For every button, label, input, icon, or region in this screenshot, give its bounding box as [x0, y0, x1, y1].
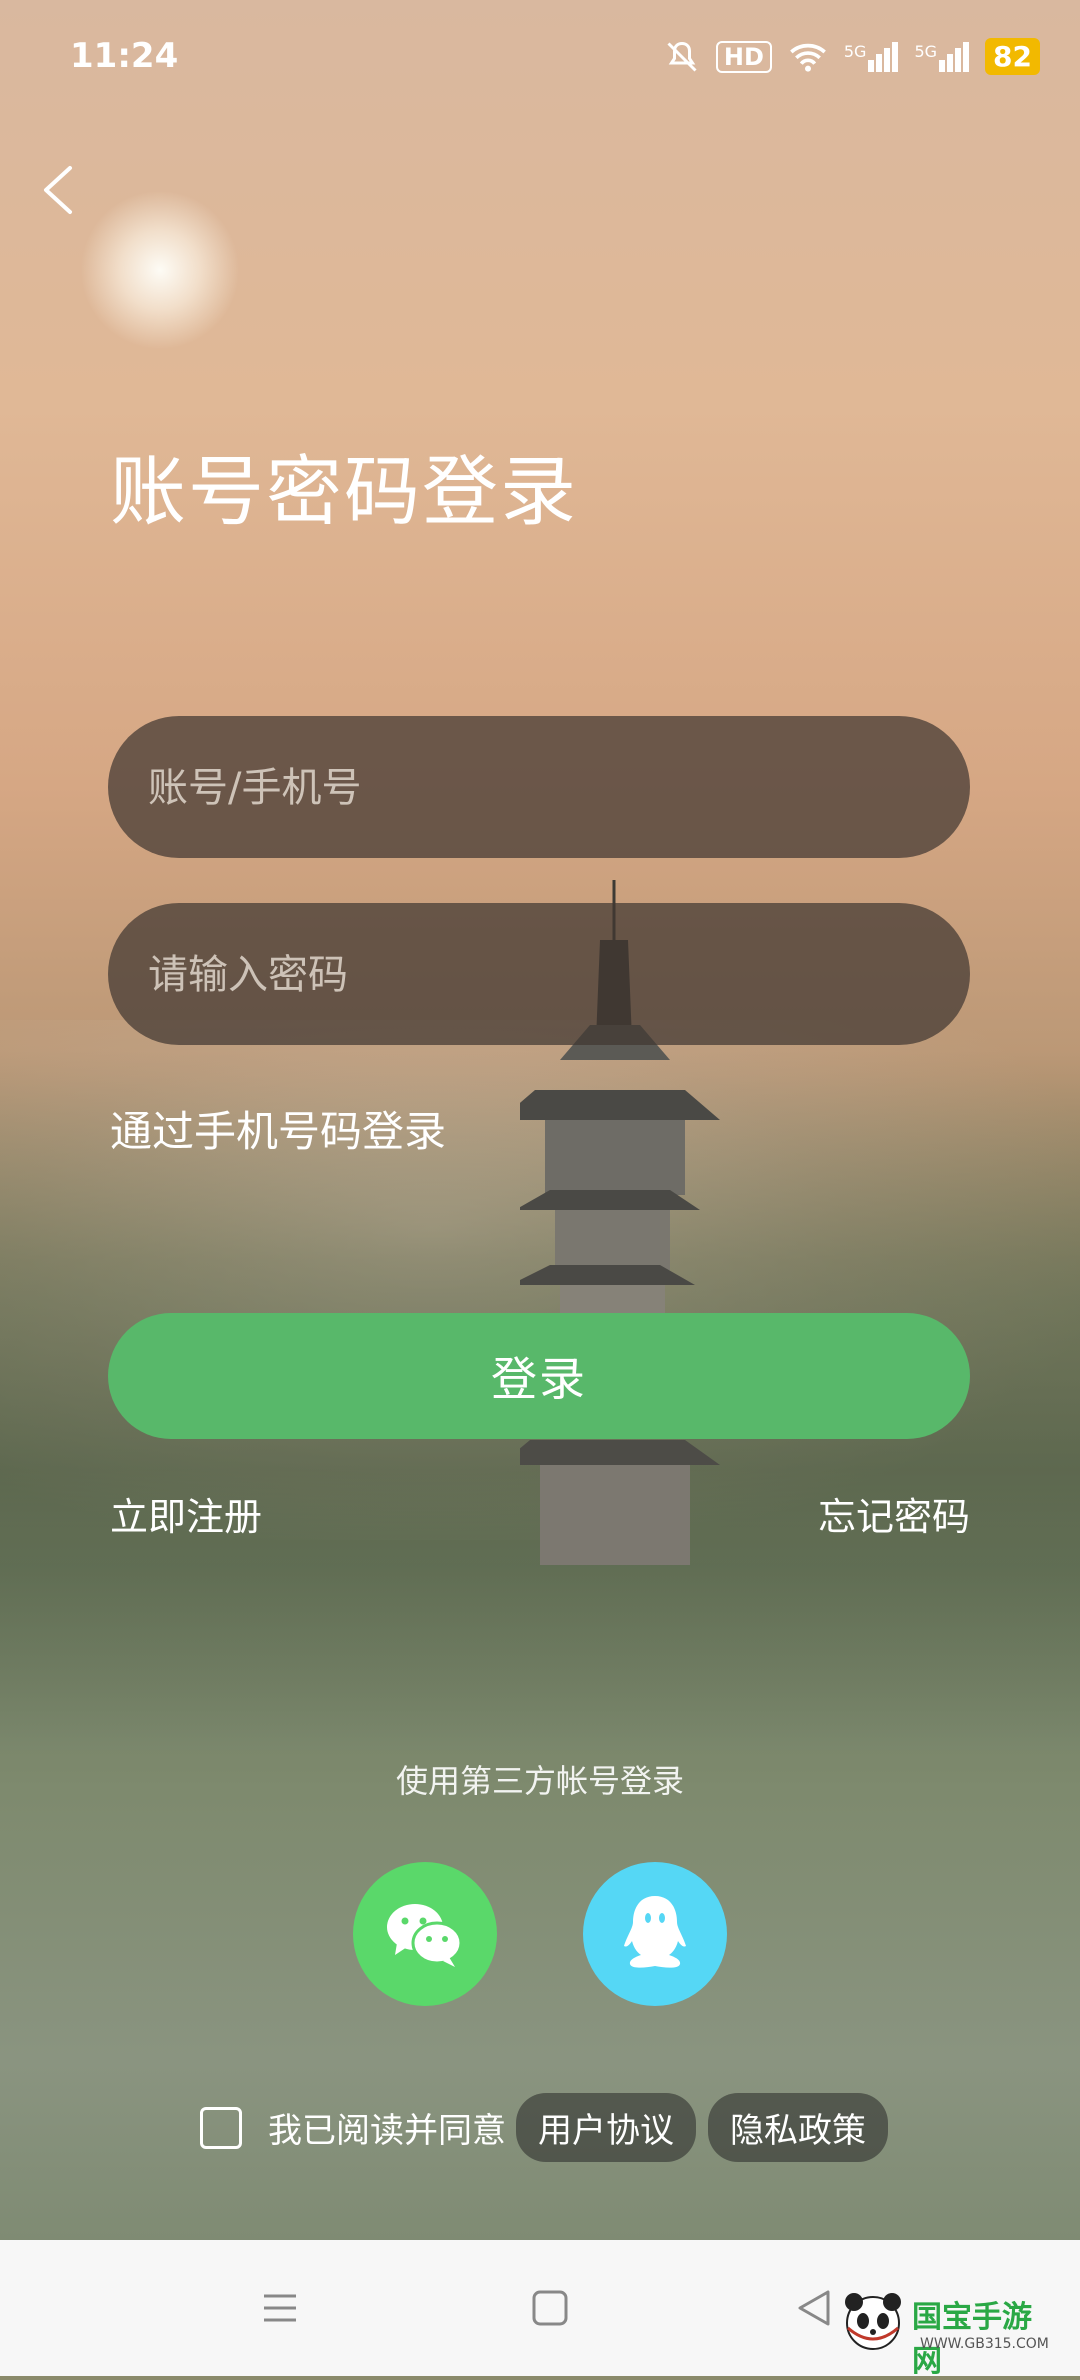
- privacy-policy-link[interactable]: 隐私政策: [708, 2093, 888, 2162]
- wechat-icon: [387, 1904, 463, 1967]
- status-time: 11:24: [70, 36, 179, 76]
- home-icon[interactable]: [528, 2286, 572, 2330]
- password-field[interactable]: [108, 903, 970, 1047]
- register-link[interactable]: 立即注册: [110, 1486, 262, 1541]
- agree-checkbox[interactable]: [200, 2106, 242, 2149]
- forgot-password-link[interactable]: 忘记密码: [818, 1486, 970, 1541]
- wechat-login-button[interactable]: [353, 1862, 497, 2006]
- third-party-label: 使用第三方帐号登录: [395, 1762, 684, 1800]
- qq-icon: [624, 1896, 686, 1968]
- user-agreement-link[interactable]: 用户协议: [516, 2093, 696, 2162]
- login-button[interactable]: 登录: [108, 1313, 970, 1439]
- password-input[interactable]: [146, 903, 930, 1047]
- menu-icon[interactable]: [258, 2286, 302, 2330]
- account-input[interactable]: [146, 716, 930, 860]
- agree-text: 我已阅读并同意: [268, 2111, 506, 2151]
- qq-login-button[interactable]: [583, 1862, 727, 2006]
- wifi-icon: [789, 43, 826, 72]
- sun-glow: [80, 190, 240, 350]
- watermark-url: WWW.GB315.COM: [920, 2336, 1049, 2352]
- back-nav-icon[interactable]: [792, 2286, 836, 2330]
- mute-icon: [667, 41, 697, 72]
- status-bar: 11:24 HD 5G 5G 82: [0, 0, 1080, 120]
- signal-icon-2: 5G: [914, 41, 970, 72]
- panda-logo-icon: [845, 2293, 901, 2350]
- battery-indicator: 82: [985, 38, 1040, 75]
- phone-login-link[interactable]: 通过手机号码登录: [110, 1098, 446, 1159]
- back-arrow-icon[interactable]: [32, 160, 92, 220]
- watermark: 国宝手游网 WWW.GB315.COM: [840, 2280, 1060, 2379]
- page-title: 账号密码登录: [110, 447, 578, 536]
- agreement-row: 我已阅读并同意 用户协议 隐私政策: [200, 2093, 900, 2162]
- signal-icon-1: 5G: [844, 41, 899, 72]
- account-field[interactable]: [108, 716, 970, 860]
- hd-icon: HD: [715, 40, 772, 73]
- status-icons: HD 5G 5G 82: [664, 38, 1040, 75]
